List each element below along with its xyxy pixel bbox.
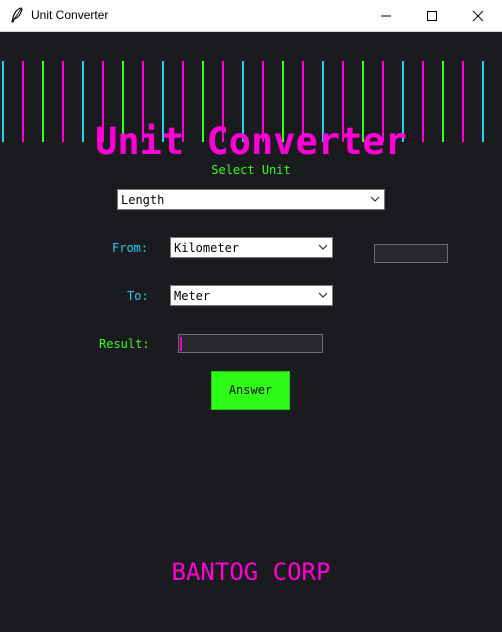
chevron-down-icon: [318, 292, 328, 298]
maximize-icon: [427, 11, 437, 21]
category-select-value: Length: [121, 193, 165, 207]
window-title: Unit Converter: [31, 8, 109, 22]
result-field[interactable]: [178, 334, 323, 353]
chevron-down-icon: [318, 244, 328, 250]
app-content: Unit Converter Select Unit Length From: …: [0, 32, 502, 632]
from-value-input[interactable]: [374, 244, 448, 263]
to-label: To:: [127, 289, 149, 303]
result-label: Result:: [99, 337, 150, 351]
text-cursor: [180, 337, 182, 351]
title-bar: Unit Converter: [0, 0, 502, 32]
feather-icon: [11, 7, 23, 23]
to-unit-value: Meter: [174, 289, 211, 303]
from-unit-select[interactable]: Kilometer: [170, 237, 333, 258]
minimize-button[interactable]: [363, 0, 409, 31]
page-title: Unit Converter: [95, 120, 407, 163]
minimize-icon: [381, 15, 391, 17]
category-select[interactable]: Length: [117, 189, 385, 210]
maximize-button[interactable]: [409, 0, 455, 31]
chevron-down-icon: [370, 196, 380, 202]
from-label: From:: [112, 241, 149, 255]
footer-brand: BANTOG CORP: [171, 558, 331, 586]
answer-button[interactable]: Answer: [211, 371, 290, 410]
from-unit-value: Kilometer: [174, 241, 240, 255]
close-icon: [472, 10, 484, 22]
to-unit-select[interactable]: Meter: [170, 285, 333, 306]
select-unit-label: Select Unit: [211, 163, 291, 177]
close-button[interactable]: [455, 0, 501, 31]
